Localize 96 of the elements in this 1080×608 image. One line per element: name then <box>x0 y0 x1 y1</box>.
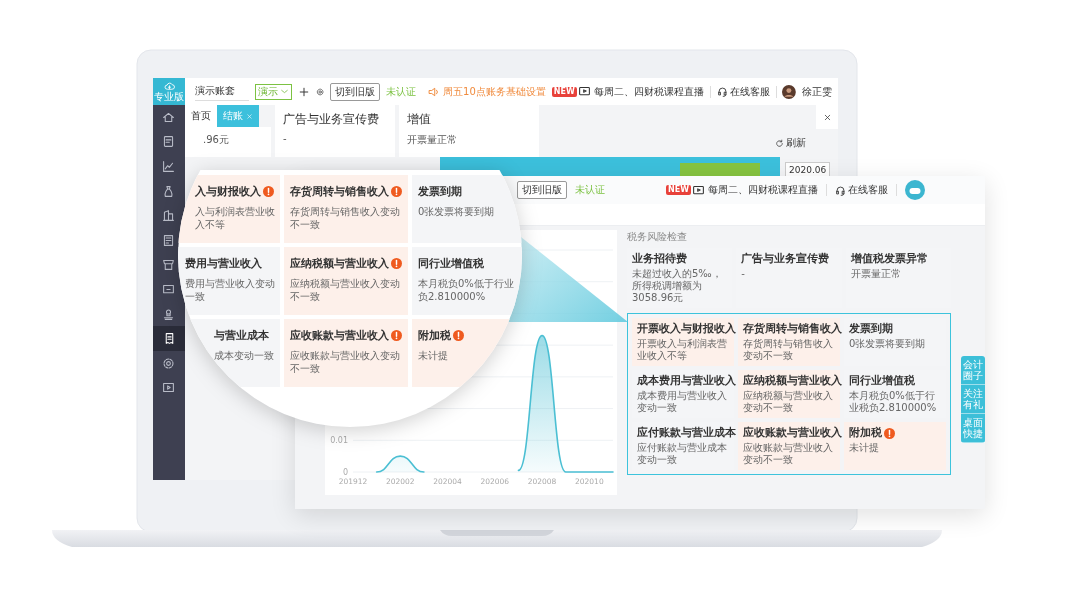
card-title: 发票到期 <box>418 184 462 199</box>
card-description: 成本变动一致 <box>214 349 275 362</box>
card-title: 业务招待费 <box>632 252 687 266</box>
card-description: 应收账款与营业收入变动不一致 <box>743 442 834 466</box>
card-description: 存货周转与销售收入变动不一致 <box>290 205 401 231</box>
card-description: 存货周转与销售收入变动不一致 <box>743 338 834 362</box>
card-description: 未计提 <box>849 442 880 454</box>
card-description: 开票量正常 <box>850 268 902 280</box>
card-title: 与营业成本 <box>214 328 269 343</box>
card-description: - <box>283 133 288 144</box>
card-description: 应纳税额与营业收入变动不一致 <box>743 390 834 414</box>
card-description: 未超过收入的5‰，所得税调增额为3058.96元 <box>632 268 723 304</box>
home-icon <box>161 110 175 124</box>
card-title: 存货周转与销售收入 <box>290 184 389 199</box>
notice-link[interactable]: 每周二、四财税课程直播 <box>593 84 704 99</box>
card-description: - <box>741 268 746 280</box>
card-description: 0张发票将要到期 <box>849 338 927 350</box>
card-title: 增值 <box>407 111 432 128</box>
support-link[interactable]: 在线客服 <box>729 84 770 99</box>
refresh-icon <box>775 138 784 148</box>
card-description: 开票收入与利润表营业收入不等 <box>637 338 728 362</box>
verification-status: 未认证 <box>575 183 605 197</box>
card-title: 附加税 <box>849 426 882 440</box>
support-link[interactable]: 在线客服 <box>848 183 888 197</box>
document-icon <box>161 135 175 149</box>
card-description: 本月税负0%低于行业税负2.810000% <box>849 390 938 414</box>
card-description: .96元 <box>203 134 229 145</box>
avatar-icon <box>905 180 925 200</box>
card-title: 应纳税额与营业收入 <box>743 374 842 388</box>
new-badge: NEW <box>666 185 691 195</box>
warning-icon <box>453 330 464 341</box>
card-title: 应收账款与营业收入 <box>743 426 842 440</box>
bag-icon <box>161 184 175 198</box>
verification-status: 未认证 <box>386 84 417 99</box>
refresh-button[interactable]: 刷新 <box>769 135 812 151</box>
store-icon <box>161 258 175 272</box>
new-badge: NEW <box>551 86 577 97</box>
close-icon <box>822 112 832 122</box>
axis-label: 0 <box>342 468 348 477</box>
card-description: 本月税负0%低于行业负2.810000% <box>418 277 515 303</box>
chart-icon <box>161 160 175 173</box>
monitor-icon <box>161 282 175 296</box>
axis-label: 0.01 <box>330 436 348 446</box>
card-title: 成本费用与营业收入 <box>637 374 736 388</box>
warning-icon <box>263 186 274 197</box>
card-title: 应纳税额与营业收入 <box>290 256 389 271</box>
warning-icon <box>391 330 402 341</box>
card-description: 应收账款与营业收入变动不一致 <box>290 349 401 375</box>
account-select[interactable]: 演示账套 <box>195 82 249 101</box>
card-title: 应收账款与营业收入 <box>290 328 389 343</box>
card-description: 开票量正常 <box>407 133 458 147</box>
card-title: 增值税发票异常 <box>850 252 928 266</box>
speaker-icon <box>428 85 441 98</box>
card-title: 存货周转与销售收入 <box>743 322 842 336</box>
date-field[interactable]: 2020.06 <box>785 162 831 176</box>
tab[interactable]: 首页 <box>185 105 217 127</box>
caret-icon <box>279 87 289 96</box>
tv-icon <box>577 85 591 98</box>
warning-icon <box>391 186 402 197</box>
tv-icon <box>692 183 705 197</box>
card-description: 费用与营业收入变动一致 <box>185 277 276 303</box>
card-description: 未计提 <box>418 349 449 362</box>
card-title: 入与财报收入 <box>195 184 261 199</box>
headset-icon <box>716 86 728 97</box>
notice-link[interactable]: 每周二、四财税课程直播 <box>708 183 818 197</box>
user-name: 徐正雯 <box>802 84 832 99</box>
stamp-icon <box>161 307 175 321</box>
card-title: 附加税 <box>418 328 451 343</box>
card-description: 入与利润表营业收入不等 <box>195 205 276 231</box>
switch-version-button[interactable]: 切到旧版 <box>517 181 567 199</box>
form-icon <box>161 233 175 247</box>
card-title: 发票到期 <box>849 322 893 336</box>
card-description: 成本费用与营业收入变动一致 <box>637 390 728 414</box>
card-title: 应付账款与营业成本 <box>637 426 736 440</box>
play-icon <box>161 381 175 395</box>
card-title: 广告与业务宣传费 <box>283 111 380 128</box>
cloud-icon <box>162 81 176 92</box>
logo-label: 专业版 <box>154 92 184 102</box>
card-title: 同行业增值税 <box>849 374 915 388</box>
card-description: 应纳税额与营业收入变动不一致 <box>290 277 401 303</box>
switch-version-button[interactable]: 切到旧版 <box>330 82 381 101</box>
card-description: 应付账款与营业成本变动一致 <box>637 442 728 466</box>
settings-icon <box>161 356 175 370</box>
building-icon <box>161 209 175 223</box>
card-description: 0张发票将要到期 <box>418 205 496 218</box>
warning-icon <box>391 258 402 269</box>
warning-icon <box>884 427 895 439</box>
sidebar-item[interactable] <box>153 326 185 351</box>
section-title: 税务风险检查 <box>627 230 688 244</box>
card-title: 广告与业务宣传费 <box>741 252 830 266</box>
card-title: 费用与营业收入 <box>185 256 262 271</box>
plus-icon <box>297 85 310 98</box>
headset-icon <box>835 184 846 196</box>
close-icon <box>246 112 253 120</box>
card-title: 开票收入与财报收入 <box>637 322 736 336</box>
card-title: 同行业增值税 <box>418 256 484 271</box>
